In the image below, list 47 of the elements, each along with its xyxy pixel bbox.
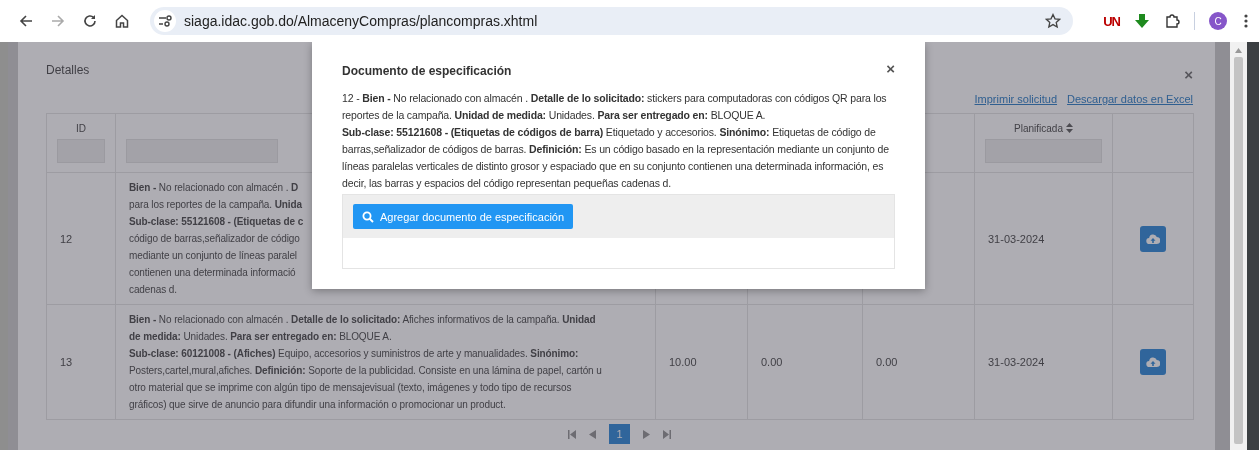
upload-button[interactable] xyxy=(1140,225,1166,252)
menu-icon[interactable] xyxy=(1243,13,1249,29)
column-header[interactable]: Planificada xyxy=(1014,122,1063,134)
site-info-icon[interactable] xyxy=(154,10,176,32)
description-text: Bien - No relacionado con almacén . Detalle de lo solicitado: Afiches informativos de la campaña. Unidad de medida: Unidades. Para ser entregado en: BLOQUE A. Sub-clase: 60121008 - (Afiches) Equipo, accesorios y suministros de arte y manualidades. Sinónimo: Posters,cartel,mural,afiches. Definición: Soporte de la publicidad. Consiste en una lámina de papel, cartón u otro material que se imprime con algún tipo de mensajevisual (texto, imágenes y todo tipo de recursos gráficos) que sirve de anuncio para difundir una información o promocionar un product. xyxy=(129,313,602,412)
link[interactable]: Imprimir solicitud xyxy=(974,93,1058,113)
previous-page-icon[interactable] xyxy=(589,429,597,439)
description-text: Sub-clase: 55121608 - (Etiquetas de códigos de barra) Etiquetado y accesorios. Sinónimo: Etiquetas de código de barras,señalizador de códigos de barras. Definición: Es un código basado en la representación mediante un conjunto de líneas paralelas verticales de distinto grosor y espaciado que en su conjunto contienen una determinada información, es decir, las barras y espacios del código representan pequeñas cadenas d. xyxy=(342,125,890,191)
reload-icon[interactable] xyxy=(82,13,98,29)
upload-button[interactable] xyxy=(1140,349,1166,375)
link[interactable]: Descargar datos en Excel xyxy=(1067,93,1193,113)
cloud-upload-icon xyxy=(1146,356,1160,368)
avatar[interactable]: C xyxy=(1209,12,1227,30)
page-button[interactable]: 1 xyxy=(609,424,630,444)
last-page-icon[interactable] xyxy=(662,429,671,439)
column-header: ID xyxy=(76,122,86,134)
scrollbar[interactable] xyxy=(1230,42,1247,450)
search-icon xyxy=(362,210,374,223)
table-cell: 13 xyxy=(46,304,116,420)
url-text: siaga.idac.gob.do/AlmacenyCompras/plancompras.xhtml xyxy=(184,13,538,29)
table-cell: 12 xyxy=(46,172,116,305)
table-cell: 10.00 xyxy=(655,304,748,420)
add-document-button[interactable]: Agregar documento de especificación xyxy=(353,204,574,229)
panel-title: Detalles xyxy=(46,62,90,77)
home-icon[interactable] xyxy=(114,13,130,29)
scroll-up-icon[interactable] xyxy=(1235,48,1242,53)
first-page-icon[interactable] xyxy=(568,429,577,439)
next-page-icon[interactable] xyxy=(642,429,650,439)
back-icon[interactable] xyxy=(18,13,34,29)
description-text: Bien - No relacionado con almacén . D para los reportes de la campaña. Unida Sub-clase: 55121608 - (Etiquetas de c código de barras,señalizador de código mediante un conjunto de líneas paralel contienen una determinada informació cadenas d. xyxy=(129,181,304,297)
table-cell: 0.00 xyxy=(747,304,863,420)
table-cell: 31-03-2024 xyxy=(974,172,1113,305)
sort-icon[interactable] xyxy=(1065,123,1073,133)
table-cell: 0.00 xyxy=(862,304,975,420)
modal-title: Documento de especificación xyxy=(342,64,512,78)
star-icon[interactable] xyxy=(1045,13,1062,29)
download-arrow-icon[interactable] xyxy=(1134,13,1150,29)
close-button[interactable]: × xyxy=(886,60,895,77)
address-bar[interactable]: siaga.idac.gob.do/AlmacenyCompras/plancompras.xhtml xyxy=(150,7,1074,35)
cloud-upload-icon xyxy=(1146,232,1160,245)
puzzle-icon[interactable] xyxy=(1164,13,1180,29)
table-cell: 31-03-2024 xyxy=(974,304,1113,420)
description-text: 12 - Bien - No relacionado con almacén . Detalle de lo solicitado: stickers para computadoras con códigos QR para los reportes de la campaña. Unidad de medida: Unidades. Para ser entregado en: BLOQUE A. xyxy=(342,91,888,123)
forward-icon xyxy=(50,13,66,29)
scrollbar-thumb[interactable] xyxy=(1234,57,1243,444)
close-button[interactable]: × xyxy=(1184,66,1193,83)
extension-label[interactable]: UN xyxy=(1103,13,1120,29)
